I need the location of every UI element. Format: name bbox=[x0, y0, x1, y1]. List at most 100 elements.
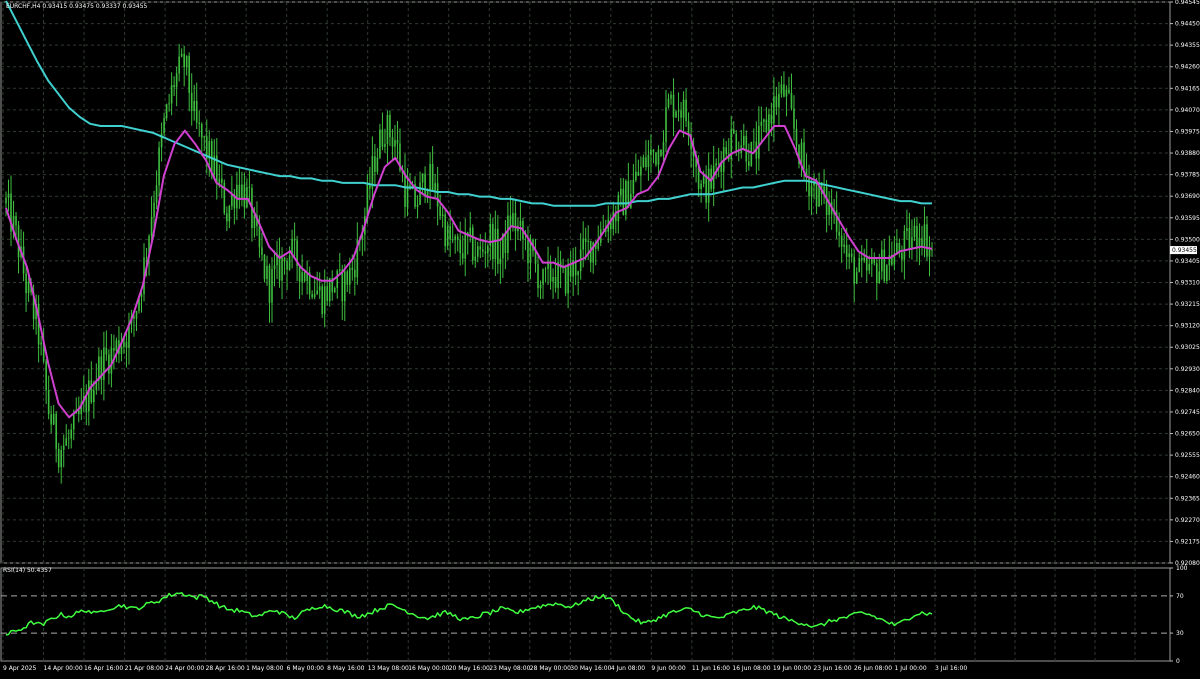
candle-body bbox=[926, 224, 928, 257]
price-tick-label: 0.92365 bbox=[1175, 495, 1200, 502]
candle-body bbox=[647, 154, 650, 168]
candle-body bbox=[850, 253, 853, 257]
candle-body bbox=[584, 238, 587, 242]
candle-body bbox=[512, 213, 514, 228]
candle-body bbox=[763, 119, 765, 122]
candle-body bbox=[707, 168, 710, 203]
candle-body bbox=[459, 239, 462, 254]
candle-body bbox=[110, 348, 113, 374]
rsi-tick-label: 0 bbox=[1176, 658, 1180, 665]
candle-body bbox=[155, 185, 158, 203]
candle-body bbox=[750, 142, 753, 166]
candle-body bbox=[25, 273, 27, 294]
candle-body bbox=[612, 211, 615, 230]
candle-body bbox=[717, 163, 720, 164]
candle-body bbox=[311, 294, 313, 298]
candle-body bbox=[476, 246, 479, 257]
candle-body bbox=[125, 341, 128, 348]
candle-body bbox=[258, 226, 261, 248]
candle-body bbox=[564, 266, 567, 294]
symbol-info: EURCHF,H4 0.93415 0.93475 0.93337 0.9345… bbox=[6, 3, 147, 10]
candle-body bbox=[843, 244, 845, 247]
candle-body bbox=[374, 156, 376, 172]
candle-body bbox=[748, 161, 750, 166]
candle-body bbox=[672, 94, 675, 118]
candle-body bbox=[514, 213, 517, 232]
candle-body bbox=[552, 277, 554, 282]
candle-body bbox=[436, 183, 439, 207]
candle-body bbox=[881, 249, 883, 272]
price-tick-label: 0.92840 bbox=[1175, 387, 1200, 394]
candle-body bbox=[685, 99, 687, 122]
candle-body bbox=[439, 206, 441, 217]
time-tick-label: 21 Apr 08:00 bbox=[125, 665, 164, 672]
rsi-tick-label: 100 bbox=[1176, 565, 1188, 572]
candle-body bbox=[351, 267, 354, 270]
candle-body bbox=[150, 216, 153, 237]
candle-body bbox=[261, 247, 263, 255]
time-tick-label: 9 Jun 00:00 bbox=[651, 665, 685, 672]
candle-body bbox=[226, 213, 228, 222]
chart-background bbox=[0, 0, 1200, 675]
time-tick-label: 28 Apr 16:00 bbox=[206, 665, 245, 672]
candle-body bbox=[840, 235, 843, 247]
time-tick-label: 16 Jun 08:00 bbox=[732, 665, 770, 672]
candle-body bbox=[456, 236, 459, 240]
candle-body bbox=[338, 269, 341, 271]
time-tick-label: 19 Jun 00:00 bbox=[773, 665, 811, 672]
candle-body bbox=[326, 286, 329, 302]
candle-body bbox=[65, 438, 68, 446]
candle-body bbox=[391, 137, 394, 147]
candle-body bbox=[504, 233, 507, 253]
price-tick-label: 0.93595 bbox=[1175, 215, 1200, 222]
candle-body bbox=[50, 414, 52, 425]
candle-body bbox=[913, 225, 916, 238]
candle-body bbox=[542, 269, 544, 285]
candle-body bbox=[524, 239, 527, 241]
candle-body bbox=[379, 129, 381, 158]
candle-body bbox=[682, 99, 685, 118]
candle-body bbox=[288, 255, 291, 270]
candle-body bbox=[732, 129, 735, 134]
candle-body bbox=[549, 262, 552, 282]
candle-body bbox=[544, 268, 547, 270]
candle-body bbox=[765, 119, 768, 132]
candle-body bbox=[120, 346, 123, 355]
candle-body bbox=[293, 238, 296, 241]
chart-canvas[interactable]: 0.94545 0.94450 0.94355 0.94260 0.94165 0.940… bbox=[0, 0, 1200, 675]
candle-body bbox=[725, 147, 728, 155]
candle-body bbox=[780, 84, 783, 94]
candle-body bbox=[389, 114, 391, 138]
price-tick-label: 0.94260 bbox=[1175, 64, 1200, 71]
candle-body bbox=[333, 288, 336, 293]
price-tick-label: 0.92745 bbox=[1175, 409, 1200, 416]
candle-body bbox=[760, 121, 763, 126]
candle-body bbox=[790, 92, 793, 109]
candle-body bbox=[705, 174, 707, 203]
price-tick-label: 0.93690 bbox=[1175, 193, 1200, 200]
candle-body bbox=[539, 284, 542, 289]
candle-body bbox=[27, 281, 30, 294]
candle-body bbox=[785, 89, 788, 97]
candle-body bbox=[281, 257, 283, 281]
candle-body bbox=[660, 149, 662, 156]
candle-body bbox=[376, 157, 379, 172]
candle-body bbox=[72, 413, 75, 430]
candle-body bbox=[449, 226, 451, 240]
candle-body bbox=[246, 187, 248, 208]
time-tick-label: 11 Jun 16:00 bbox=[692, 665, 730, 672]
candle-body bbox=[271, 269, 273, 303]
candle-body bbox=[123, 341, 125, 347]
candle-body bbox=[911, 237, 913, 250]
candle-body bbox=[554, 277, 557, 288]
candle-body bbox=[5, 197, 7, 204]
candle-body bbox=[484, 251, 487, 254]
candle-body bbox=[582, 238, 584, 250]
candle-body bbox=[188, 55, 190, 93]
candle-body bbox=[499, 258, 502, 265]
rsi-tick-label: 30 bbox=[1176, 630, 1184, 637]
candle-body bbox=[853, 256, 856, 284]
candle-body bbox=[135, 310, 138, 319]
candle-body bbox=[858, 258, 861, 272]
candle-body bbox=[93, 389, 95, 403]
